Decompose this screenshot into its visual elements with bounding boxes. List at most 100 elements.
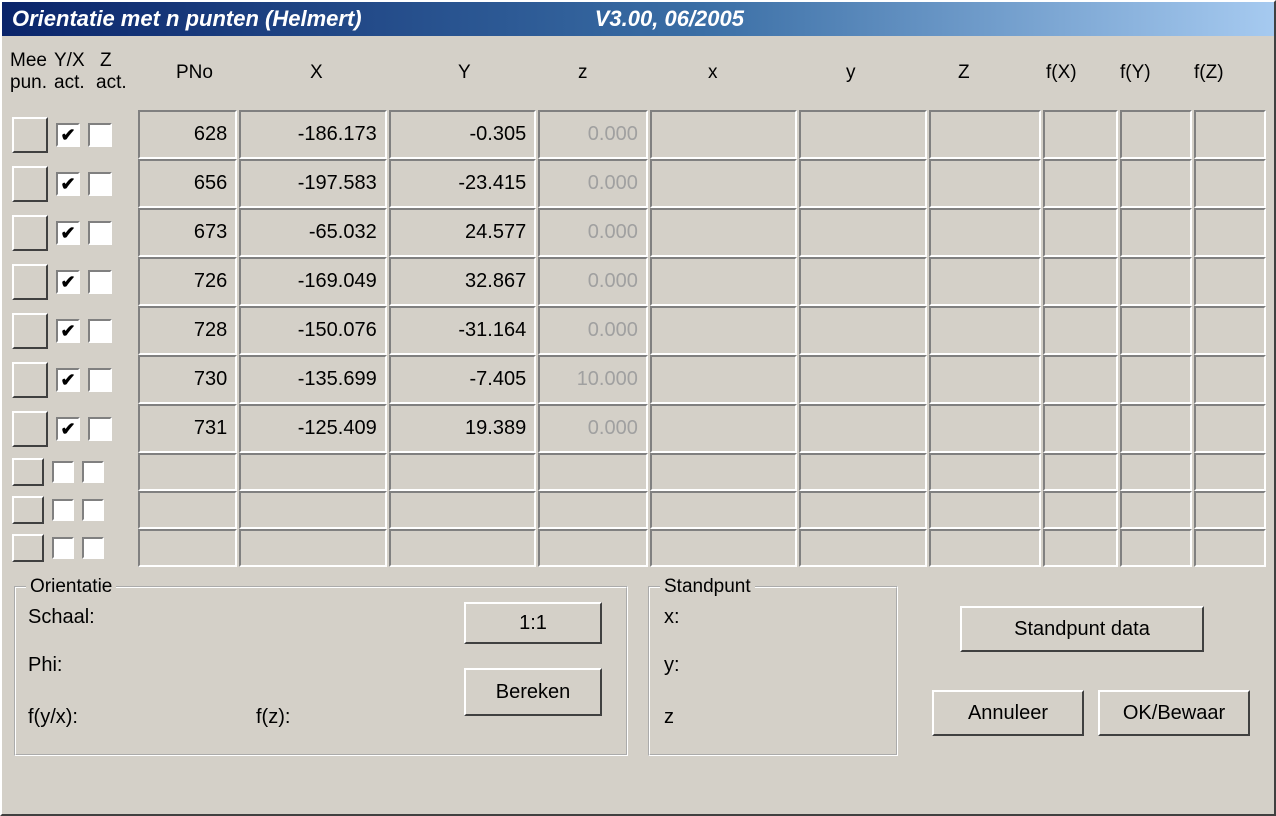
cell-Z-upper[interactable] <box>929 491 1041 529</box>
button-1-1[interactable]: 1:1 <box>464 602 602 644</box>
checkbox-yx-act[interactable] <box>52 461 74 483</box>
checkbox-yx-act[interactable]: ✔ <box>56 270 80 294</box>
cell-z[interactable]: 0.000 <box>538 306 648 355</box>
cell-z[interactable]: 10.000 <box>538 355 648 404</box>
cell-Y[interactable]: -0.305 <box>389 110 537 159</box>
checkbox-z-act[interactable] <box>88 172 112 196</box>
cell-x-lower[interactable] <box>650 491 798 529</box>
cell-Y[interactable]: -7.405 <box>389 355 537 404</box>
row-button[interactable] <box>12 362 48 398</box>
cell-fZ[interactable] <box>1194 404 1266 453</box>
cell-Z-upper[interactable] <box>929 355 1041 404</box>
row-button[interactable] <box>12 496 44 524</box>
checkbox-z-act[interactable] <box>88 368 112 392</box>
cell-y-lower[interactable] <box>799 453 927 491</box>
cell-fZ[interactable] <box>1194 110 1266 159</box>
cell-Y[interactable] <box>389 453 537 491</box>
cell-Z-upper[interactable] <box>929 110 1041 159</box>
checkbox-yx-act[interactable]: ✔ <box>56 123 80 147</box>
cell-z[interactable]: 0.000 <box>538 208 648 257</box>
cell-z[interactable]: 0.000 <box>538 257 648 306</box>
cell-x-lower[interactable] <box>650 404 798 453</box>
checkbox-yx-act[interactable]: ✔ <box>56 172 80 196</box>
checkbox-yx-act[interactable]: ✔ <box>56 319 80 343</box>
cell-y-lower[interactable] <box>799 208 927 257</box>
button-standpunt-data[interactable]: Standpunt data <box>960 606 1204 652</box>
cell-X[interactable]: -150.076 <box>239 306 387 355</box>
cell-pno[interactable]: 628 <box>138 110 238 159</box>
cell-fX[interactable] <box>1043 208 1119 257</box>
cell-Z-upper[interactable] <box>929 257 1041 306</box>
cell-fX[interactable] <box>1043 355 1119 404</box>
button-annuleer[interactable]: Annuleer <box>932 690 1084 736</box>
cell-fZ[interactable] <box>1194 491 1266 529</box>
cell-Y[interactable]: 32.867 <box>389 257 537 306</box>
cell-fY[interactable] <box>1120 257 1192 306</box>
cell-Z-upper[interactable] <box>929 453 1041 491</box>
cell-x-lower[interactable] <box>650 159 798 208</box>
cell-X[interactable] <box>239 529 387 567</box>
cell-x-lower[interactable] <box>650 208 798 257</box>
cell-x-lower[interactable] <box>650 453 798 491</box>
cell-X[interactable]: -125.409 <box>239 404 387 453</box>
cell-pno[interactable]: 731 <box>138 404 238 453</box>
cell-z[interactable] <box>538 491 648 529</box>
checkbox-yx-act[interactable]: ✔ <box>56 221 80 245</box>
cell-x-lower[interactable] <box>650 355 798 404</box>
cell-pno[interactable]: 726 <box>138 257 238 306</box>
row-button[interactable] <box>12 534 44 562</box>
cell-fZ[interactable] <box>1194 208 1266 257</box>
cell-x-lower[interactable] <box>650 110 798 159</box>
cell-y-lower[interactable] <box>799 159 927 208</box>
cell-fZ[interactable] <box>1194 159 1266 208</box>
cell-pno[interactable]: 673 <box>138 208 238 257</box>
cell-x-lower[interactable] <box>650 257 798 306</box>
cell-fY[interactable] <box>1120 453 1192 491</box>
checkbox-z-act[interactable] <box>88 417 112 441</box>
cell-z[interactable]: 0.000 <box>538 159 648 208</box>
cell-fY[interactable] <box>1120 355 1192 404</box>
button-ok-bewaar[interactable]: OK/Bewaar <box>1098 690 1250 736</box>
cell-z[interactable] <box>538 529 648 567</box>
row-button[interactable] <box>12 166 48 202</box>
row-button[interactable] <box>12 117 48 153</box>
cell-pno[interactable]: 728 <box>138 306 238 355</box>
row-button[interactable] <box>12 411 48 447</box>
cell-Y[interactable] <box>389 491 537 529</box>
cell-z[interactable] <box>538 453 648 491</box>
cell-fY[interactable] <box>1120 404 1192 453</box>
cell-y-lower[interactable] <box>799 110 927 159</box>
cell-fX[interactable] <box>1043 529 1119 567</box>
cell-fZ[interactable] <box>1194 453 1266 491</box>
cell-y-lower[interactable] <box>799 404 927 453</box>
cell-X[interactable]: -135.699 <box>239 355 387 404</box>
checkbox-z-act[interactable] <box>88 221 112 245</box>
cell-y-lower[interactable] <box>799 355 927 404</box>
cell-pno[interactable] <box>138 491 238 529</box>
cell-fX[interactable] <box>1043 453 1119 491</box>
cell-X[interactable]: -186.173 <box>239 110 387 159</box>
cell-z[interactable]: 0.000 <box>538 110 648 159</box>
cell-pno[interactable] <box>138 453 238 491</box>
cell-fX[interactable] <box>1043 306 1119 355</box>
cell-fX[interactable] <box>1043 257 1119 306</box>
cell-fX[interactable] <box>1043 491 1119 529</box>
cell-fY[interactable] <box>1120 529 1192 567</box>
cell-fZ[interactable] <box>1194 257 1266 306</box>
cell-y-lower[interactable] <box>799 257 927 306</box>
row-button[interactable] <box>12 264 48 300</box>
cell-fX[interactable] <box>1043 404 1119 453</box>
checkbox-z-act[interactable] <box>88 319 112 343</box>
checkbox-yx-act[interactable] <box>52 499 74 521</box>
cell-X[interactable] <box>239 453 387 491</box>
row-button[interactable] <box>12 215 48 251</box>
cell-Z-upper[interactable] <box>929 159 1041 208</box>
cell-X[interactable] <box>239 491 387 529</box>
cell-y-lower[interactable] <box>799 306 927 355</box>
row-button[interactable] <box>12 458 44 486</box>
cell-fY[interactable] <box>1120 491 1192 529</box>
cell-fX[interactable] <box>1043 159 1119 208</box>
checkbox-z-act[interactable] <box>82 537 104 559</box>
cell-Z-upper[interactable] <box>929 306 1041 355</box>
cell-Y[interactable]: 19.389 <box>389 404 537 453</box>
